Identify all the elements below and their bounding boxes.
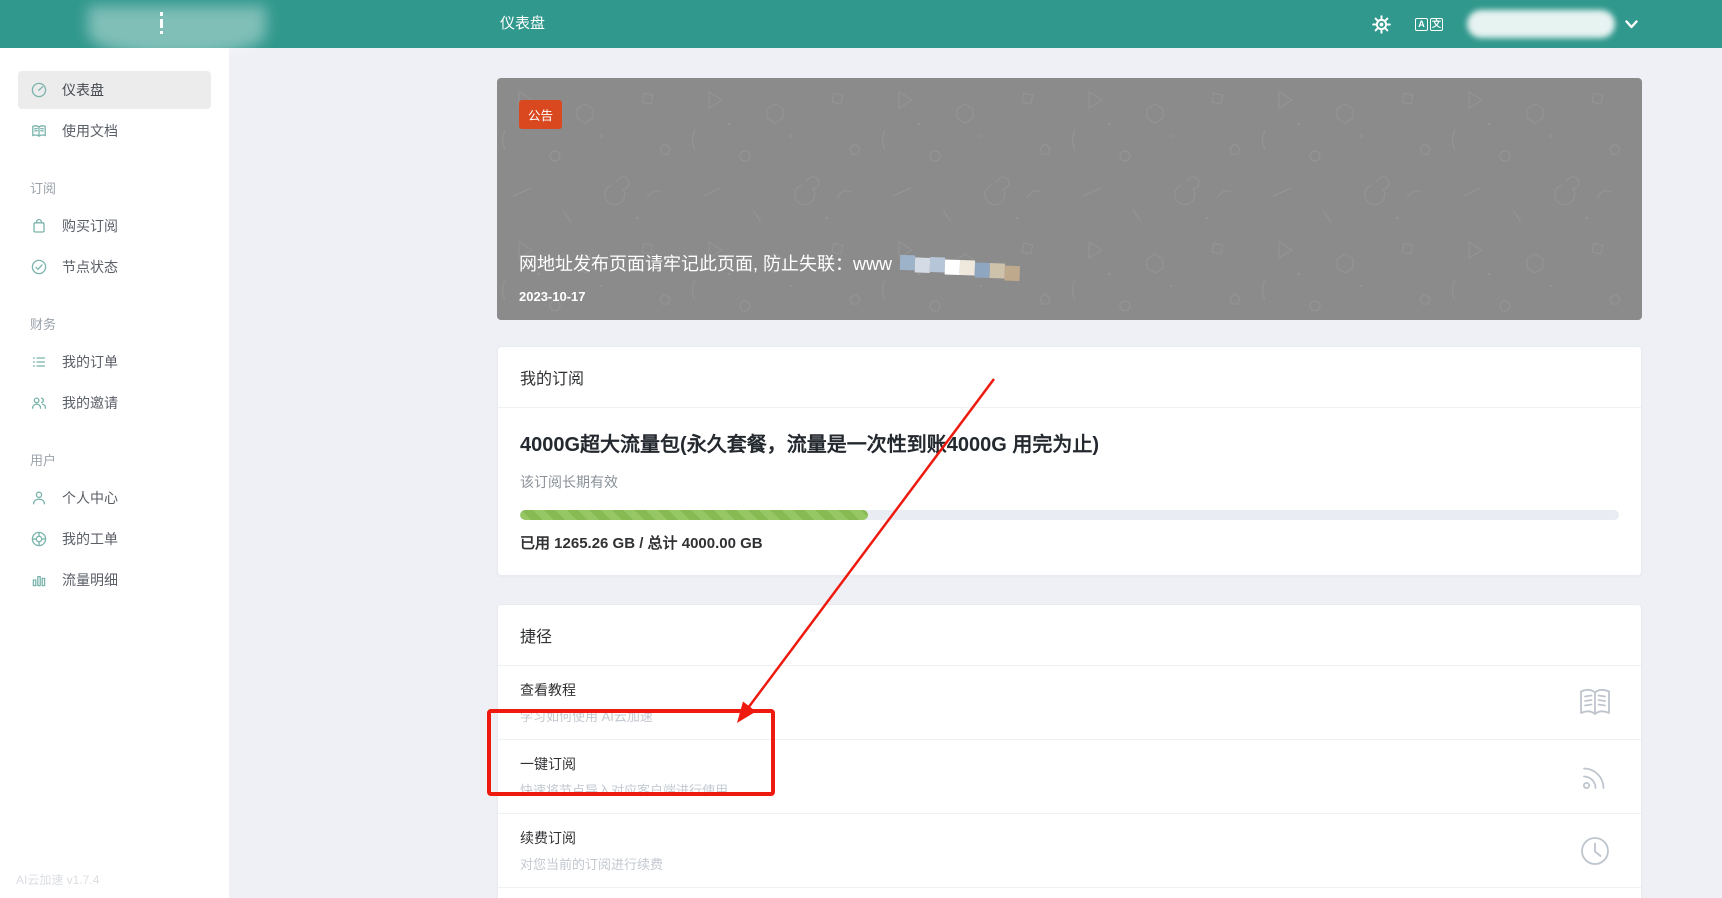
sidebar-item-label: 购买订阅	[62, 216, 118, 236]
sidebar-item-label: 节点状态	[62, 257, 118, 277]
app-window: 仪表盘 A 文	[0, 0, 1722, 898]
logo-mark-icon	[160, 12, 164, 34]
sidebar-item-docs[interactable]: 使用文档	[18, 112, 211, 150]
sidebar-section-subscription: 订阅	[30, 178, 229, 197]
shortcut-title: 查看教程	[520, 680, 1619, 700]
announcement-message: 网地址发布页面请牢记此页面, 防止失联：www	[519, 250, 1020, 276]
subscription-card-title: 我的订阅	[498, 347, 1641, 408]
user-menu[interactable]	[1467, 10, 1638, 38]
avatar	[1467, 10, 1615, 38]
book-open-icon	[1575, 683, 1615, 723]
translate-icon-latin: A	[1415, 18, 1428, 31]
sidebar-item-label: 我的工单	[62, 529, 118, 549]
translate-icon: A 文	[1415, 18, 1443, 31]
app-logo[interactable]	[88, 6, 266, 56]
sidebar-item-label: 使用文档	[62, 121, 118, 141]
book-icon	[30, 122, 48, 140]
traffic-usage-text: 已用 1265.26 GB / 总计 4000.00 GB	[520, 532, 1619, 553]
shortcut-subtitle: 对您当前的订阅进行续费	[520, 854, 1619, 873]
shortcuts-card-title: 捷径	[498, 605, 1641, 666]
progress-fill	[520, 510, 868, 520]
shortcut-title: 一键订阅	[520, 754, 1619, 774]
sidebar-item-label: 我的邀请	[62, 393, 118, 413]
shortcut-subtitle: 学习如何使用 AI云加速	[520, 706, 1619, 725]
subscription-card: 我的订阅 4000G超大流量包(永久套餐，流量是一次性到账4000G 用完为止)…	[497, 346, 1642, 576]
sidebar-section-finance: 财务	[30, 314, 229, 333]
check-circle-icon	[30, 258, 48, 276]
sidebar-item-my-tickets[interactable]: 我的工单	[18, 520, 211, 558]
page-title: 仪表盘	[500, 0, 545, 48]
topbar-actions: A 文	[1372, 0, 1638, 48]
people-icon	[30, 394, 48, 412]
sidebar-item-label: 仪表盘	[62, 80, 104, 100]
shortcut-subtitle: 快速将节点导入对应客户端进行使用	[520, 780, 1619, 799]
gear-icon	[1372, 15, 1391, 34]
shortcuts-card: 捷径 查看教程 学习如何使用 AI云加速 一键订阅 快速将节点导入对应客户端进行…	[497, 604, 1642, 898]
translate-icon-cjk: 文	[1430, 18, 1443, 31]
shopping-bag-icon	[30, 217, 48, 235]
plan-validity: 该订阅长期有效	[520, 472, 1619, 492]
announcement-date: 2023-10-17	[519, 289, 586, 304]
sidebar-item-my-orders[interactable]: 我的订单	[18, 343, 211, 381]
sidebar: 仪表盘 使用文档 订阅 购买订阅 节点状态 财务	[0, 48, 229, 898]
bar-chart-icon	[30, 571, 48, 589]
sidebar-item-label: 我的订单	[62, 352, 118, 372]
dashboard-icon	[30, 81, 48, 99]
sidebar-item-buy-subscription[interactable]: 购买订阅	[18, 207, 211, 245]
sidebar-item-my-invites[interactable]: 我的邀请	[18, 384, 211, 422]
list-icon	[30, 353, 48, 371]
lifebuoy-icon	[30, 530, 48, 548]
app-version: AI云加速 v1.7.4	[16, 871, 99, 888]
settings-button[interactable]	[1372, 15, 1391, 34]
doodle-pattern	[497, 78, 1642, 320]
sidebar-item-traffic-details[interactable]: 流量明细	[18, 561, 211, 599]
sidebar-item-label: 流量明细	[62, 570, 118, 590]
sidebar-item-label: 个人中心	[62, 488, 118, 508]
plan-name: 4000G超大流量包(永久套餐，流量是一次性到账4000G 用完为止)	[520, 428, 1619, 457]
sidebar-section-user: 用户	[30, 450, 229, 469]
clock-icon	[1575, 831, 1615, 871]
shortcut-row-cutoff	[498, 888, 1641, 898]
main-content: 公告 网地址发布页面请牢记此页面, 防止失联：www 2023-10-17 我的…	[229, 48, 1722, 898]
censored-url	[900, 253, 1020, 272]
announcement-message-text: 网地址发布页面请牢记此页面, 防止失联：www	[519, 250, 892, 276]
language-button[interactable]: A 文	[1415, 18, 1443, 31]
shortcut-renew-subscription[interactable]: 续费订阅 对您当前的订阅进行续费	[498, 814, 1641, 888]
announcement-banner[interactable]: 公告 网地址发布页面请牢记此页面, 防止失联：www 2023-10-17	[497, 78, 1642, 320]
sidebar-item-dashboard[interactable]: 仪表盘	[18, 71, 211, 109]
shortcut-view-tutorial[interactable]: 查看教程 学习如何使用 AI云加速	[498, 666, 1641, 740]
chevron-down-icon	[1625, 20, 1638, 29]
sidebar-item-node-status[interactable]: 节点状态	[18, 248, 211, 286]
shortcut-one-click-subscribe[interactable]: 一键订阅 快速将节点导入对应客户端进行使用	[498, 740, 1641, 814]
sidebar-item-profile[interactable]: 个人中心	[18, 479, 211, 517]
traffic-progress-bar	[520, 510, 1619, 520]
person-icon	[30, 489, 48, 507]
shortcut-title: 续费订阅	[520, 828, 1619, 848]
announcement-badge: 公告	[519, 100, 562, 129]
topbar: 仪表盘 A 文	[0, 0, 1722, 48]
rss-icon	[1575, 757, 1615, 797]
